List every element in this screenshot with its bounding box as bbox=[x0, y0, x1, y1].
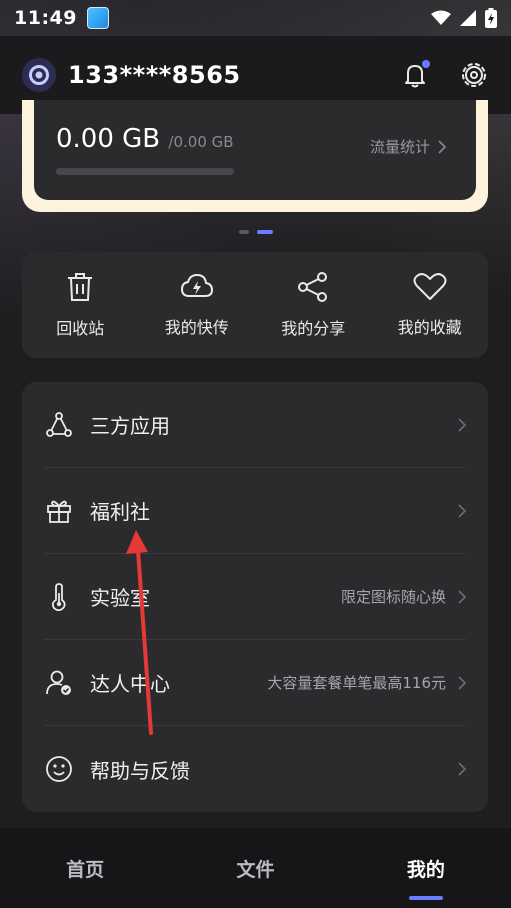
my-favorites-button[interactable]: 我的收藏 bbox=[372, 252, 489, 358]
traffic-stats-link[interactable]: 流量统计 bbox=[370, 136, 446, 157]
account-phone[interactable]: 133****8565 bbox=[68, 61, 241, 89]
tab-files[interactable]: 文件 bbox=[170, 828, 340, 908]
status-bar: 11:49 bbox=[0, 0, 511, 36]
user-badge-icon bbox=[46, 670, 71, 695]
third-party-icon bbox=[46, 411, 72, 437]
pager-dot-active[interactable] bbox=[256, 230, 273, 234]
tab-label: 我的 bbox=[406, 858, 445, 881]
menu-item-third-party-apps[interactable]: 三方应用 bbox=[44, 382, 466, 468]
quick-transfer-button[interactable]: 我的快传 bbox=[139, 252, 256, 358]
my-shares-button[interactable]: 我的分享 bbox=[255, 252, 372, 358]
my-favorites-label: 我的收藏 bbox=[397, 318, 462, 337]
menu-list: 三方应用 福利社 实验室 限定图标随心换 达人中心 大容量套餐单笔最高116元 … bbox=[22, 382, 488, 812]
storage-card-body: 0.00 GB /0.00 GB 流量统计 bbox=[34, 100, 476, 200]
status-indicators bbox=[431, 8, 497, 28]
tab-active-indicator bbox=[408, 896, 443, 900]
storage-card[interactable]: 0.00 GB /0.00 GB 流量统计 bbox=[22, 100, 488, 212]
menu-icon-wrap bbox=[44, 754, 74, 784]
tab-home[interactable]: 首页 bbox=[0, 828, 170, 908]
menu-subtitle: 大容量套餐单笔最高116元 bbox=[267, 674, 446, 692]
smiley-icon bbox=[46, 756, 72, 782]
battery-icon bbox=[485, 8, 497, 28]
share-icon bbox=[298, 272, 328, 302]
chevron-right-icon bbox=[458, 589, 466, 604]
chevron-right-icon bbox=[458, 503, 466, 518]
recycle-bin-button[interactable]: 回收站 bbox=[22, 252, 139, 358]
menu-icon-wrap bbox=[44, 668, 74, 698]
notification-app-icon bbox=[86, 7, 109, 29]
cloud-bolt-icon bbox=[180, 273, 213, 297]
annotation-arrow bbox=[126, 530, 153, 735]
bottom-tab-bar: 首页 文件 我的 bbox=[0, 828, 511, 908]
wifi-icon bbox=[431, 10, 451, 25]
tab-label: 文件 bbox=[236, 858, 275, 881]
chevron-right-icon bbox=[458, 762, 466, 776]
traffic-stats-label: 流量统计 bbox=[369, 138, 430, 156]
trash-icon bbox=[68, 273, 93, 301]
storage-total: /0.00 GB bbox=[168, 133, 234, 151]
tab-label: 首页 bbox=[66, 858, 105, 881]
storage-progress-bar bbox=[56, 168, 234, 175]
notification-button[interactable] bbox=[399, 59, 431, 91]
menu-label: 福利社 bbox=[90, 500, 150, 524]
menu-item-expert-center[interactable]: 达人中心 大容量套餐单笔最高116元 bbox=[44, 640, 466, 726]
quick-transfer-label: 我的快传 bbox=[164, 318, 229, 337]
heart-icon bbox=[413, 273, 447, 300]
carousel-pager bbox=[0, 230, 511, 234]
menu-label: 三方应用 bbox=[90, 414, 170, 438]
menu-label: 帮助与反馈 bbox=[90, 758, 190, 783]
gift-icon bbox=[47, 500, 71, 523]
storage-used: 0.00 GB /0.00 GB bbox=[56, 124, 234, 154]
status-time: 11:49 bbox=[14, 7, 77, 29]
notification-badge-dot bbox=[422, 60, 430, 68]
menu-icon-wrap bbox=[44, 410, 74, 440]
menu-item-help-feedback[interactable]: 帮助与反馈 bbox=[44, 726, 466, 812]
chevron-right-icon bbox=[458, 675, 466, 690]
quick-actions-panel: 回收站 我的快传 我的分享 我的收藏 bbox=[22, 252, 488, 358]
settings-gear-icon[interactable] bbox=[459, 60, 489, 90]
app-logo-icon bbox=[29, 65, 49, 85]
menu-item-lab[interactable]: 实验室 限定图标随心换 bbox=[44, 554, 466, 640]
chevron-right-icon bbox=[458, 417, 466, 432]
signal-icon bbox=[460, 10, 476, 26]
menu-subtitle: 限定图标随心换 bbox=[340, 588, 446, 606]
pager-dot[interactable] bbox=[238, 230, 249, 234]
menu-icon-wrap bbox=[44, 582, 74, 612]
recycle-bin-label: 回收站 bbox=[56, 319, 105, 338]
thermometer-icon bbox=[51, 582, 66, 611]
my-shares-label: 我的分享 bbox=[281, 319, 346, 338]
menu-icon-wrap bbox=[44, 496, 74, 526]
tab-mine[interactable]: 我的 bbox=[341, 828, 511, 908]
storage-used-value: 0.00 GB bbox=[56, 124, 161, 154]
menu-item-welfare[interactable]: 福利社 bbox=[44, 468, 466, 554]
avatar[interactable] bbox=[22, 58, 56, 92]
chevron-right-icon bbox=[438, 139, 446, 154]
